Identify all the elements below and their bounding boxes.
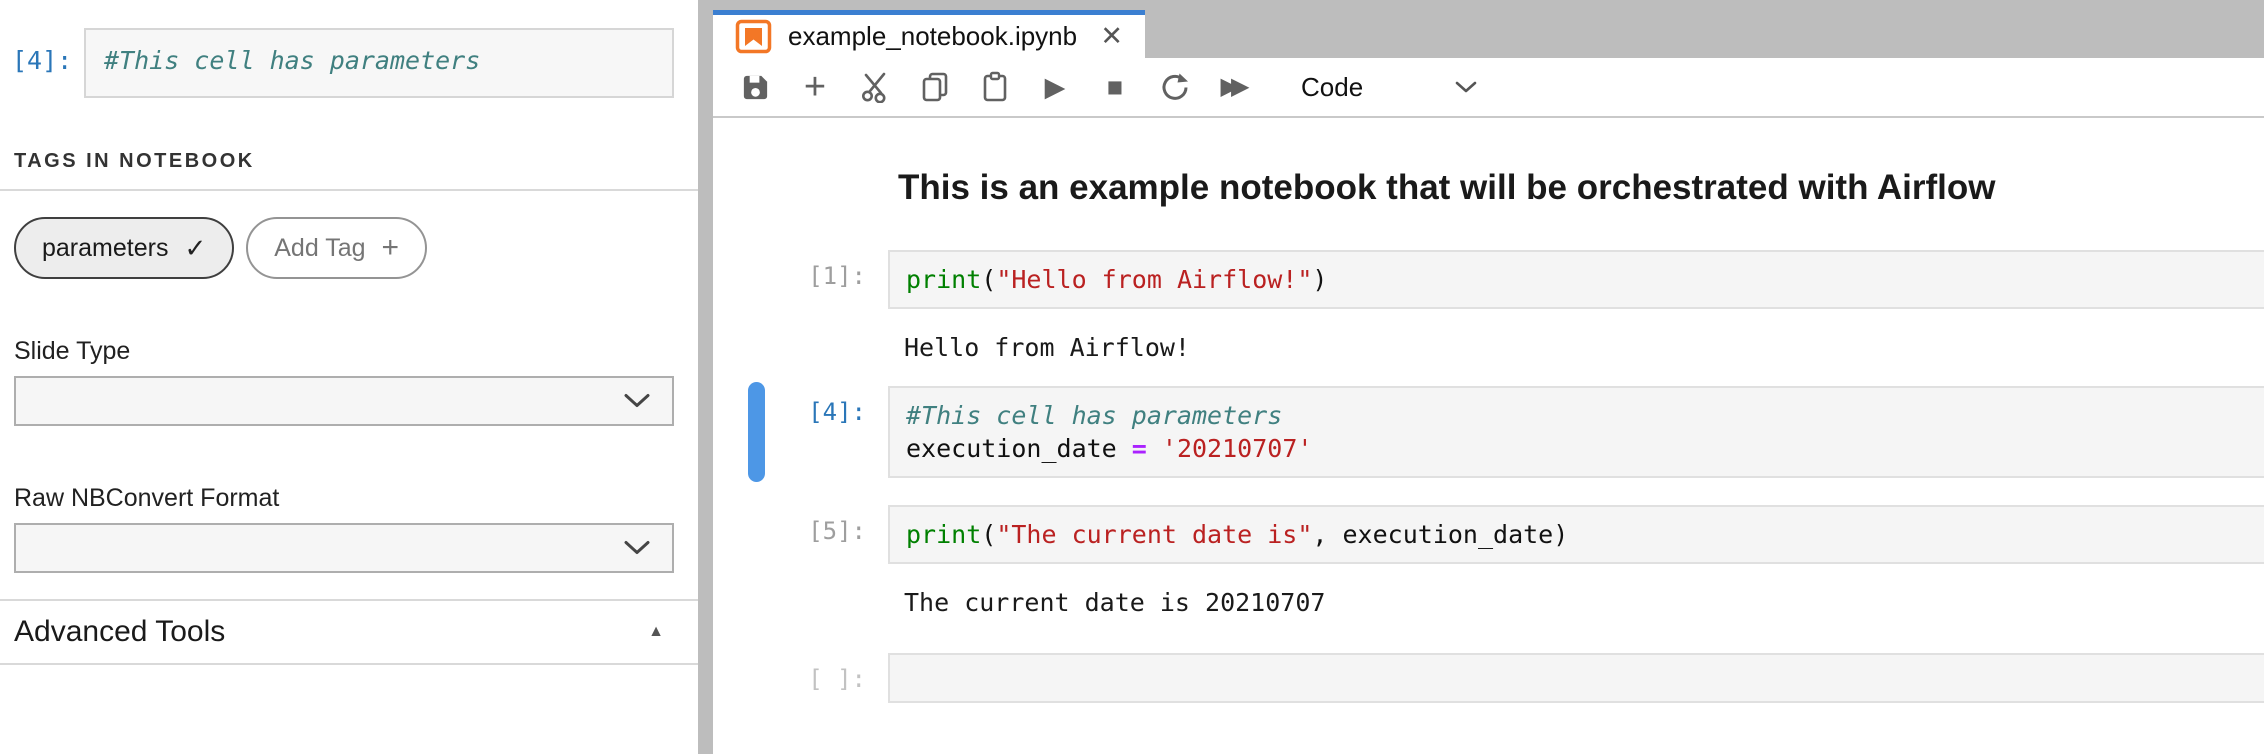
cell-input[interactable]: print("The current date is", execution_d… (888, 505, 2264, 564)
paste-icon[interactable] (977, 67, 1013, 107)
check-icon: ✓ (184, 233, 206, 264)
jupyterlab-window: [4]: #This cell has parameters TAGS IN N… (0, 0, 2264, 754)
chevron-down-icon (624, 541, 650, 556)
chevron-down-icon (1455, 81, 1477, 94)
tab-bar: example_notebook.ipynb ✕ (713, 0, 2264, 58)
cell-inspector-sidebar: [4]: #This cell has parameters TAGS IN N… (0, 0, 698, 754)
run-all-icon[interactable]: ▶▶ (1217, 67, 1253, 107)
cut-icon[interactable] (857, 67, 893, 107)
raw-nbconvert-select[interactable] (14, 523, 674, 573)
notebook-content: This is an example notebook that will be… (713, 118, 2264, 703)
raw-nbconvert-label: Raw NBConvert Format (14, 484, 674, 513)
insert-cell-icon[interactable]: + (797, 67, 833, 107)
advanced-tools-header[interactable]: Advanced Tools ▲ (0, 601, 698, 663)
tab-example-notebook[interactable]: example_notebook.ipynb ✕ (713, 10, 1145, 58)
add-tag-button[interactable]: Add Tag + (246, 217, 427, 279)
slide-type-select[interactable] (14, 376, 674, 426)
divider (0, 189, 698, 191)
slide-type-field: Slide Type (14, 337, 674, 426)
cell-input[interactable]: #This cell has parametersexecution_date … (888, 386, 2264, 478)
raw-nbconvert-field: Raw NBConvert Format (14, 484, 674, 573)
empty-code-cell: [ ]: (713, 653, 2264, 703)
cell-prompt: [ ]: (713, 653, 888, 703)
code-cell-5: [5]: print("The current date is", execut… (713, 505, 2264, 564)
tag-label: parameters (42, 234, 168, 263)
notebook-file-icon (735, 19, 772, 54)
active-cell-preview[interactable]: #This cell has parameters (84, 28, 674, 98)
preview-code-text: #This cell has parameters (104, 46, 480, 75)
notebook-toolbar: + (713, 58, 2264, 118)
code-cell-4-active: [4]: #This cell has parametersexecution_… (713, 386, 2264, 478)
close-icon[interactable]: ✕ (1100, 21, 1123, 52)
panel-divider[interactable] (698, 0, 713, 754)
active-cell-preview-row: [4]: #This cell has parameters (0, 28, 674, 98)
slide-type-label: Slide Type (14, 337, 674, 366)
tags-section-header: TAGS IN NOTEBOOK (14, 150, 698, 173)
code-cell-1: [1]: print("Hello from Airflow!") (713, 250, 2264, 309)
cell-prompt: [5]: (713, 505, 888, 564)
tag-parameters[interactable]: parameters ✓ (14, 217, 234, 279)
tags-row: parameters ✓ Add Tag + (14, 217, 698, 279)
cell-type-value: Code (1301, 72, 1363, 103)
advanced-tools-label: Advanced Tools (14, 615, 225, 649)
active-cell-indicator[interactable] (748, 382, 765, 482)
cell-input[interactable]: print("Hello from Airflow!") (888, 250, 2264, 309)
chevron-down-icon (624, 394, 650, 409)
stop-icon[interactable]: ■ (1097, 67, 1133, 107)
copy-icon[interactable] (917, 67, 953, 107)
cell-output: Hello from Airflow! (904, 333, 2264, 362)
tab-title: example_notebook.ipynb (788, 21, 1077, 52)
cell-prompt: [4]: (713, 386, 888, 478)
plus-icon: + (382, 231, 400, 265)
restart-kernel-icon[interactable] (1157, 67, 1193, 107)
run-icon[interactable]: ▶ (1037, 67, 1073, 107)
cell-type-dropdown[interactable]: Code (1301, 72, 1477, 103)
advanced-tools-section: Advanced Tools ▲ (0, 599, 698, 665)
cell-prompt: [1]: (713, 250, 888, 309)
markdown-heading: This is an example notebook that will be… (898, 168, 2264, 208)
collapse-caret-icon: ▲ (648, 623, 664, 641)
cell-output: The current date is 20210707 (904, 588, 2264, 617)
add-tag-label: Add Tag (274, 234, 365, 263)
cell-input[interactable] (888, 653, 2264, 703)
divider (0, 663, 698, 665)
notebook-panel: example_notebook.ipynb ✕ + (713, 0, 2264, 754)
save-icon[interactable] (737, 67, 773, 107)
active-cell-prompt: [4]: (0, 28, 84, 98)
